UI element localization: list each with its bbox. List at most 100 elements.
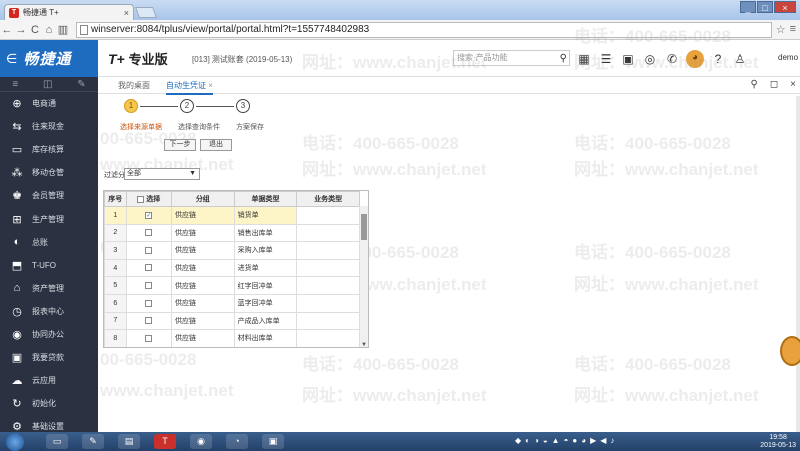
scroll-down-icon[interactable]: ▼ [360, 342, 368, 347]
favorites-icon[interactable]: ◫ [43, 79, 52, 90]
table-row[interactable]: 2 供应链 销售出库单 [104, 223, 360, 243]
phone-icon[interactable]: ✆ [664, 51, 680, 67]
row-biz-type[interactable] [296, 293, 360, 313]
next-step-button[interactable]: 下一步 [164, 139, 196, 151]
menu-icon[interactable]: ≡ [790, 23, 796, 36]
taskbar-chrome-icon[interactable]: ◉ [190, 434, 212, 449]
sidebar-item[interactable]: ☁ 云应用 [0, 369, 98, 392]
assistant-mascot-icon[interactable] [780, 336, 800, 366]
row-select-cell[interactable] [125, 311, 172, 331]
help-icon[interactable]: ? [710, 51, 726, 67]
back-icon[interactable]: ← [0, 24, 14, 36]
table-row[interactable]: 6 供应链 蓝字回冲单 [104, 293, 360, 313]
calculator-icon[interactable]: ▦ [576, 51, 592, 67]
restore-icon[interactable]: ◻ [770, 79, 778, 90]
taskbar-notes-icon[interactable]: ▤ [118, 434, 140, 449]
sidebar-item[interactable]: ◐ 总账 [0, 231, 98, 254]
sidebar-item[interactable]: ⁂ 移动仓管 [0, 161, 98, 184]
taskbar-explorer-icon[interactable]: ▭ [46, 434, 68, 449]
row-select-cell[interactable] [125, 293, 172, 313]
exit-button[interactable]: 退出 [200, 139, 232, 151]
row-select-cell[interactable] [125, 276, 172, 295]
step-2-icon[interactable]: 2 [180, 99, 194, 113]
sidebar-item[interactable]: ◉ 协同办公 [0, 323, 98, 346]
taskbar-tools-icon[interactable]: ✎ [82, 434, 104, 449]
mascot-icon[interactable]: ◕ [686, 50, 704, 68]
sidebar-item[interactable]: ↻ 初始化 [0, 392, 98, 415]
scrollbar-thumb[interactable] [361, 214, 367, 240]
browser-tab[interactable]: T 畅捷通 T+ × [4, 4, 134, 20]
table-row[interactable]: 3 供应链 采购入库单 [104, 241, 360, 260]
star-icon[interactable]: ☆ [776, 23, 786, 36]
row-select-cell[interactable] [125, 329, 172, 347]
row-biz-type[interactable] [296, 241, 360, 260]
table-row[interactable]: 7 供应链 产成品入库单 [104, 311, 360, 331]
tab-close-icon[interactable]: × [208, 81, 213, 90]
step-3-icon[interactable]: 3 [236, 99, 250, 113]
user-icon[interactable]: ♙ [732, 51, 748, 67]
table-row[interactable]: 8 供应链 材料出库单 [104, 329, 360, 347]
close-icon[interactable]: × [790, 79, 796, 90]
sidebar-item[interactable]: ⊞ 生产管理 [0, 207, 98, 230]
tab-auto-voucher[interactable]: 自动生凭证 × [166, 80, 213, 95]
search-input[interactable]: 搜索·产品功能 ⚲ [453, 50, 570, 66]
row-checkbox[interactable] [145, 299, 153, 307]
row-select-cell[interactable] [125, 258, 172, 278]
table-scrollbar[interactable]: ▼ [359, 206, 368, 347]
page-scrollbar[interactable] [796, 96, 800, 432]
row-biz-type[interactable] [296, 276, 360, 295]
step-1-icon[interactable]: 1 [124, 99, 138, 113]
taskbar-tplus-icon[interactable]: T [154, 434, 176, 449]
row-checkbox[interactable] [145, 317, 153, 325]
row-checkbox[interactable] [145, 282, 153, 289]
row-biz-type[interactable] [296, 223, 360, 243]
search-icon[interactable]: ⚲ [560, 52, 567, 66]
bookmarks-icon[interactable]: ▥ [56, 23, 70, 36]
home-icon[interactable]: ⌂ [42, 24, 56, 36]
minimize-button[interactable]: _ [740, 1, 756, 13]
sidebar-item[interactable]: ⇆ 往来现金 [0, 115, 98, 138]
table-row[interactable]: 4 供应链 进货单 [104, 258, 360, 278]
maximize-button[interactable]: □ [757, 1, 773, 13]
row-checkbox[interactable] [145, 246, 153, 254]
row-checkbox[interactable] [145, 264, 153, 272]
brand-logo[interactable]: ∈ 畅捷通 [0, 40, 98, 77]
reload-icon[interactable]: C [28, 24, 42, 36]
sidebar-item[interactable]: ▣ 我要贷款 [0, 346, 98, 369]
system-tray-icons[interactable]: ◆◐◑◒▲◓●◕▶◀♪ [515, 436, 745, 446]
start-button[interactable] [6, 433, 24, 451]
row-checkbox[interactable]: ✓ [145, 211, 153, 219]
taskbar-wechat-icon[interactable]: ◔ [226, 434, 248, 449]
row-checkbox[interactable] [145, 229, 153, 237]
dropdown-caret-icon[interactable]: ▼ [189, 169, 196, 179]
sidebar-item[interactable]: ◷ 报表中心 [0, 300, 98, 323]
close-window-button[interactable]: × [774, 1, 796, 13]
row-biz-type[interactable] [296, 329, 360, 347]
row-biz-type[interactable] [296, 258, 360, 278]
menu-toggle-icon[interactable]: ≡ [12, 79, 18, 90]
select-all-checkbox[interactable] [137, 195, 145, 203]
row-select-cell[interactable]: ✓ [125, 206, 172, 225]
row-select-cell[interactable] [125, 241, 172, 260]
sidebar-item[interactable]: ♚ 会员管理 [0, 184, 98, 207]
row-checkbox[interactable] [145, 334, 153, 342]
user-name[interactable]: demo [778, 53, 798, 62]
tab-my-desktop[interactable]: 我的桌面 [118, 80, 150, 91]
clock[interactable]: 19:58 2019-05-13 [760, 434, 796, 450]
list-icon[interactable]: ☰ [598, 51, 614, 67]
sidebar-item[interactable]: ▭ 库存核算 [0, 138, 98, 161]
column-header-select[interactable]: 选择 [125, 191, 172, 207]
taskbar-window-icon[interactable]: ▣ [262, 434, 284, 449]
account-info[interactable]: [013] 测试账套 (2019-05-13) [190, 54, 292, 65]
row-select-cell[interactable] [125, 223, 172, 243]
collapse-arrow-icon[interactable]: ∈ [6, 51, 17, 67]
forward-icon[interactable]: → [14, 24, 28, 36]
new-tab-button[interactable] [134, 7, 158, 18]
row-biz-type[interactable] [296, 311, 360, 331]
table-row[interactable]: 5 供应链 红字回冲单 [104, 276, 360, 295]
filter-group-select[interactable]: 全部 ▼ [124, 168, 200, 180]
video-icon[interactable]: ◎ [642, 51, 658, 67]
sidebar-item[interactable]: ⌂ 资产管理 [0, 277, 98, 300]
sidebar-item[interactable]: ⬒ T-UFO [0, 254, 98, 277]
search-icon[interactable]: ⚲ [751, 79, 758, 90]
